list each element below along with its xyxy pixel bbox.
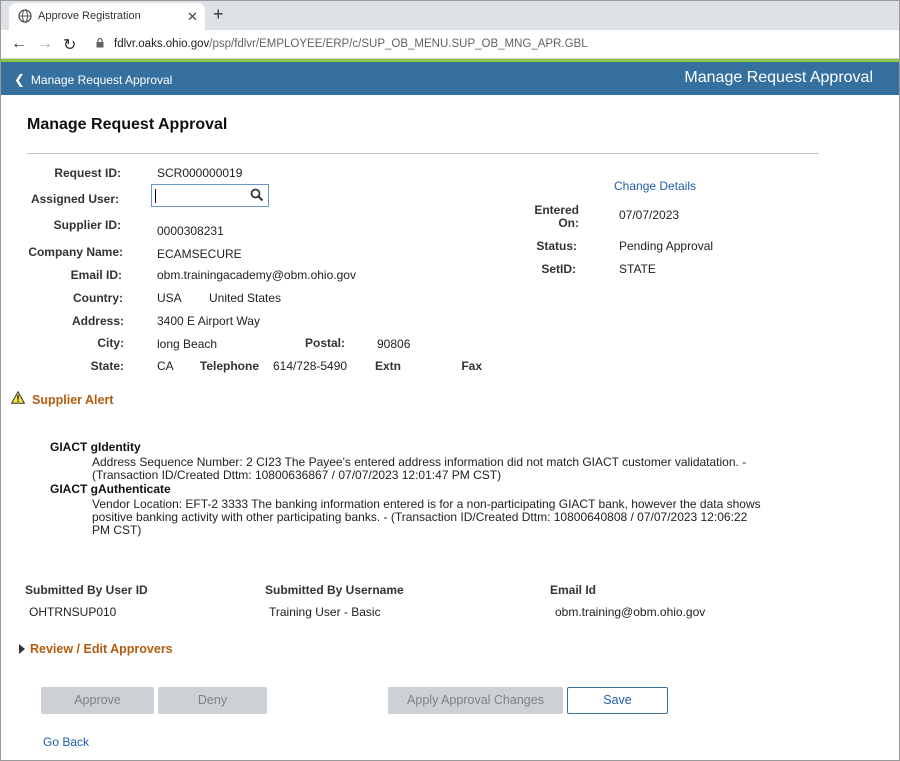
submitted-email-label: Email Id: [550, 583, 597, 597]
entered-on-label-1: Entered: [534, 203, 579, 217]
submitted-email-value: obm.training@obm.ohio.gov: [555, 605, 706, 619]
address-label: Address:: [71, 314, 124, 328]
address-bar: ← → ↻ fdlvr.oaks.ohio.gov/psp/fdlvr/EMPL…: [1, 30, 899, 59]
fax-label: Fax: [461, 359, 482, 373]
page-banner: ❮ Manage Request Approval Manage Request …: [1, 62, 899, 95]
go-back-link[interactable]: Go Back: [43, 735, 89, 749]
text-caret: [155, 189, 156, 203]
warning-icon: [11, 391, 25, 404]
review-edit-approvers-toggle[interactable]: Review / Edit Approvers: [30, 642, 173, 656]
divider: [27, 153, 819, 154]
company-name-value: ECAMSECURE: [157, 247, 242, 261]
state-value: CA: [157, 359, 174, 373]
assigned-user-input[interactable]: [151, 184, 269, 207]
setid-value: STATE: [619, 262, 656, 276]
supplier-alert-title: Supplier Alert: [32, 393, 114, 407]
submitted-username-label: Submitted By Username: [265, 583, 404, 597]
city-value: long Beach: [157, 337, 218, 351]
submitted-user-id-label: Submitted By User ID: [25, 583, 148, 597]
country-label: Country:: [73, 291, 123, 305]
banner-back-label: Manage Request Approval: [30, 73, 173, 87]
setid-label: SetID:: [541, 262, 576, 276]
tab-title: Approve Registration: [38, 10, 141, 22]
browser-tab[interactable]: Approve Registration ✕: [9, 3, 205, 30]
telephone-label: Telephone: [199, 359, 259, 373]
supplier-id-value: 0000308231: [157, 224, 224, 238]
entered-on-value: 07/07/2023: [619, 208, 680, 222]
url-host: fdlvr.oaks.ohio.gov: [114, 38, 210, 50]
giact-authenticate-line: positive banking activity with other par…: [92, 510, 748, 524]
giact-authenticate-heading: GIACT gAuthenticate: [50, 482, 171, 496]
status-label: Status:: [536, 239, 577, 253]
browser-forward-icon[interactable]: →: [37, 35, 53, 53]
request-id-value: SCR000000019: [157, 166, 243, 180]
submitted-username-value: Training User - Basic: [269, 605, 381, 619]
browser-back-icon[interactable]: ←: [11, 35, 27, 53]
extn-label: Extn: [374, 359, 401, 373]
deny-button[interactable]: Deny: [158, 687, 267, 714]
city-label: City:: [97, 336, 124, 350]
country-name-value: United States: [209, 291, 282, 305]
giact-authenticate-line: PM CST): [92, 523, 142, 537]
close-tab-icon[interactable]: ✕: [187, 9, 198, 25]
giact-identity-heading: GIACT gIdentity: [50, 440, 141, 454]
approve-button[interactable]: Approve: [41, 687, 154, 714]
email-id-value: obm.trainingacademy@obm.ohio.gov: [157, 268, 356, 282]
reload-icon[interactable]: ↻: [63, 35, 76, 55]
submitted-user-id-value: OHTRNSUP010: [29, 605, 117, 619]
page-title: Manage Request Approval: [27, 116, 228, 133]
save-button[interactable]: Save: [567, 687, 668, 714]
address-value: 3400 E Airport Way: [157, 314, 260, 328]
postal-label: Postal:: [304, 336, 345, 350]
browser-tabstrip: Approve Registration ✕ +: [1, 1, 899, 30]
entered-on-label-2: On:: [558, 216, 579, 230]
search-icon[interactable]: [250, 188, 264, 202]
postal-value: 90806: [377, 337, 411, 351]
chevron-left-icon: ❮: [14, 72, 25, 87]
change-details-link[interactable]: Change Details: [614, 179, 696, 193]
state-label: State:: [90, 359, 124, 373]
supplier-id-label: Supplier ID:: [53, 218, 121, 232]
banner-title: Manage Request Approval: [684, 69, 873, 86]
globe-icon: [18, 9, 32, 23]
apply-approval-changes-button[interactable]: Apply Approval Changes: [388, 687, 563, 714]
expand-arrow-icon[interactable]: [19, 644, 25, 654]
telephone-value: 614/728-5490: [273, 359, 348, 373]
url-text[interactable]: fdlvr.oaks.ohio.gov/psp/fdlvr/EMPLOYEE/E…: [114, 38, 588, 50]
company-name-label: Company Name:: [28, 245, 123, 259]
banner-back-link[interactable]: ❮ Manage Request Approval: [14, 72, 172, 88]
status-value: Pending Approval: [619, 239, 714, 253]
request-id-label: Request ID:: [54, 166, 121, 180]
assigned-user-label: Assigned User:: [30, 192, 119, 206]
lock-icon[interactable]: [96, 38, 104, 48]
giact-identity-line: (Transaction ID/Created Dttm: 1080063686…: [92, 468, 502, 482]
country-code-value: USA: [157, 291, 182, 305]
email-id-label: Email ID:: [70, 268, 122, 282]
new-tab-icon[interactable]: +: [213, 4, 224, 25]
url-path: /psp/fdlvr/EMPLOYEE/ERP/c/SUP_OB_MENU.SU…: [209, 38, 588, 50]
